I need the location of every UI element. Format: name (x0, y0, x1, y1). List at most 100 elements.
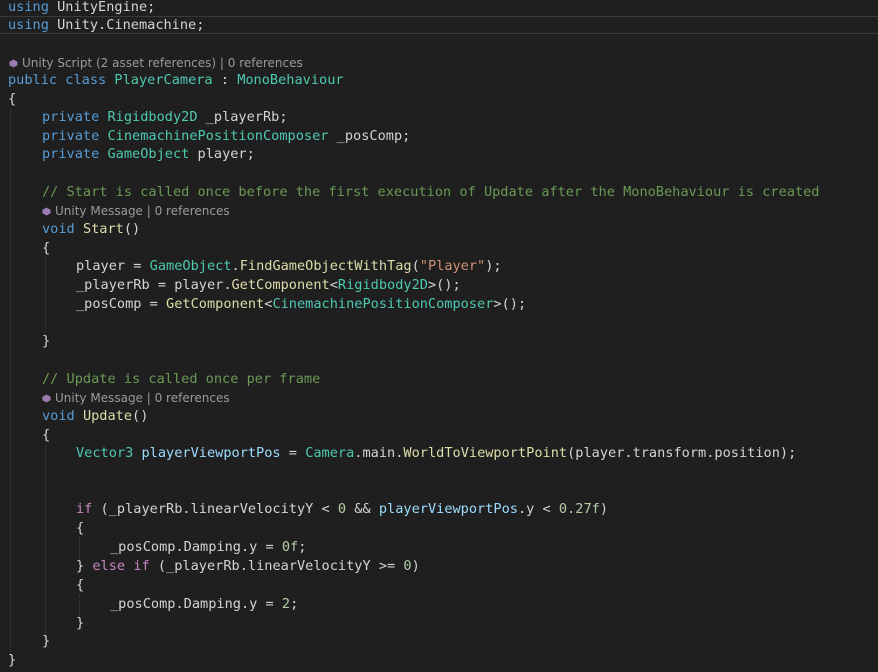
brace: } (76, 558, 93, 574)
type-name: Rigidbody2D (107, 109, 198, 125)
punctuation: >(); (493, 296, 527, 312)
punctuation: ) (599, 501, 609, 517)
codelens-update[interactable]: Unity Message | 0 references (42, 391, 230, 405)
code-line-28[interactable]: } else if (_playerRb.linearVelocityY >= … (76, 557, 420, 576)
punctuation: ); (485, 258, 502, 274)
brace: } (8, 652, 17, 668)
code-text: _posComp = (76, 296, 167, 312)
local-variable: playerViewportPos (133, 445, 281, 461)
keyword: private (42, 128, 100, 144)
code-line-4[interactable]: public class PlayerCamera : MonoBehaviou… (8, 71, 344, 90)
code-text: _posComp.Damping.y = (110, 539, 282, 555)
punctuation: ( (411, 258, 420, 274)
type-name: Vector3 (76, 445, 134, 461)
code-text: (_playerRb.linearVelocityY < (92, 501, 338, 517)
brace: } (42, 633, 51, 649)
string-literal: "Player" (419, 258, 486, 274)
type-name: Camera (305, 445, 355, 461)
code-text: _posComp.Damping.y = (110, 596, 282, 612)
code-line-32[interactable]: } (42, 632, 50, 651)
control-keyword: if (133, 558, 150, 574)
code-editor[interactable]: using UnityEngine; using Unity.Cinemachi… (0, 0, 878, 672)
codelens-text: Unity Message | 0 references (55, 204, 230, 218)
brace: { (42, 240, 51, 256)
field-name: _playerRb; (197, 109, 288, 125)
code-line-10[interactable]: // Start is called once before the first… (42, 183, 820, 202)
code-line-21[interactable]: { (42, 426, 50, 445)
keyword: using (8, 17, 49, 33)
codelens-text: Unity Script (2 asset references) | 0 re… (22, 56, 303, 70)
punctuation: >(); (427, 277, 461, 293)
base-class: MonoBehaviour (237, 72, 344, 88)
code-line-14[interactable]: _playerRb = player.GetComponent<Rigidbod… (76, 276, 461, 295)
punctuation: ; (290, 596, 299, 612)
punctuation: () (123, 221, 141, 237)
code-line-26[interactable]: { (76, 519, 84, 538)
brace: { (76, 520, 85, 536)
unity-message-icon (42, 392, 51, 403)
type-name: GameObject (149, 258, 232, 274)
control-keyword: if (76, 501, 93, 517)
punctuation: < (329, 277, 338, 293)
keyword: void (42, 221, 75, 237)
type-name: CinemachinePositionComposer (272, 296, 494, 312)
codelens-text: Unity Message | 0 references (55, 391, 230, 405)
code-line-20[interactable]: void Update() (42, 407, 148, 426)
code-line-19[interactable]: // Update is called once per frame (42, 370, 320, 389)
punctuation: . (231, 258, 240, 274)
codelens-start[interactable]: Unity Message | 0 references (42, 204, 230, 218)
code-line-27[interactable]: _posComp.Damping.y = 0f; (110, 538, 306, 557)
brace: { (42, 427, 51, 443)
code-line-13[interactable]: player = GameObject.FindGameObjectWithTa… (76, 257, 502, 276)
code-line-11[interactable]: void Start() (42, 220, 140, 239)
method-name: FindGameObjectWithTag (239, 258, 412, 274)
code-line-5[interactable]: { (8, 90, 16, 109)
brace: { (8, 91, 17, 107)
indent-guide (10, 109, 11, 660)
operator: = (280, 445, 306, 461)
code-line-22[interactable]: Vector3 playerViewportPos = Camera.main.… (76, 444, 796, 463)
code-line-31[interactable]: } (76, 614, 84, 633)
namespace: UnityEngine; (48, 0, 156, 15)
code-line-8[interactable]: private GameObject player; (42, 145, 255, 164)
code-line-29[interactable]: { (76, 576, 84, 595)
method-name: Start (82, 221, 124, 237)
punctuation: ; (298, 539, 307, 555)
code-line-33[interactable]: } (8, 651, 16, 670)
keyword: void (42, 408, 75, 424)
code-line-1[interactable]: using UnityEngine; (8, 0, 155, 17)
keyword: public (8, 72, 58, 88)
method-name: GetComponent (166, 296, 265, 312)
method-name: WorldToViewportPoint (403, 445, 568, 461)
code-line-6[interactable]: private Rigidbody2D _playerRb; (42, 108, 288, 127)
comment: // Update is called once per frame (42, 371, 321, 387)
code-line-30[interactable]: _posComp.Damping.y = 2; (110, 595, 298, 614)
number-literal: 0 (403, 558, 412, 574)
code-line-15[interactable]: _posComp = GetComponent<CinemachinePosit… (76, 295, 526, 314)
unity-message-icon (42, 205, 51, 216)
brace: { (76, 577, 85, 593)
method-name: GetComponent (231, 277, 330, 293)
comment: // Start is called once before the first… (42, 184, 820, 200)
code-text: (player.transform.position); (567, 445, 797, 461)
brace: } (76, 615, 85, 631)
code-line-2[interactable]: using Unity.Cinemachine; (8, 16, 204, 35)
operator: && (346, 501, 379, 517)
code-line-12[interactable]: { (42, 239, 50, 258)
code-text: .y < (517, 501, 559, 517)
type-name: GameObject (107, 146, 190, 162)
punctuation: ) (411, 558, 420, 574)
control-keyword: else (92, 558, 126, 574)
code-line-25[interactable]: if (_playerRb.linearVelocityY < 0 && pla… (76, 500, 608, 519)
codelens-class[interactable]: Unity Script (2 asset references) | 0 re… (9, 56, 303, 70)
unity-script-icon (9, 57, 18, 68)
code-line-7[interactable]: private CinemachinePositionComposer _pos… (42, 127, 410, 146)
type-name: CinemachinePositionComposer (107, 128, 329, 144)
type-name: Rigidbody2D (337, 277, 428, 293)
local-variable: playerViewportPos (378, 501, 518, 517)
code-text: player = (76, 258, 150, 274)
class-name: PlayerCamera (114, 72, 213, 88)
keyword: using (8, 0, 49, 15)
method-name: Update (82, 408, 133, 424)
code-line-17[interactable]: } (42, 332, 50, 351)
